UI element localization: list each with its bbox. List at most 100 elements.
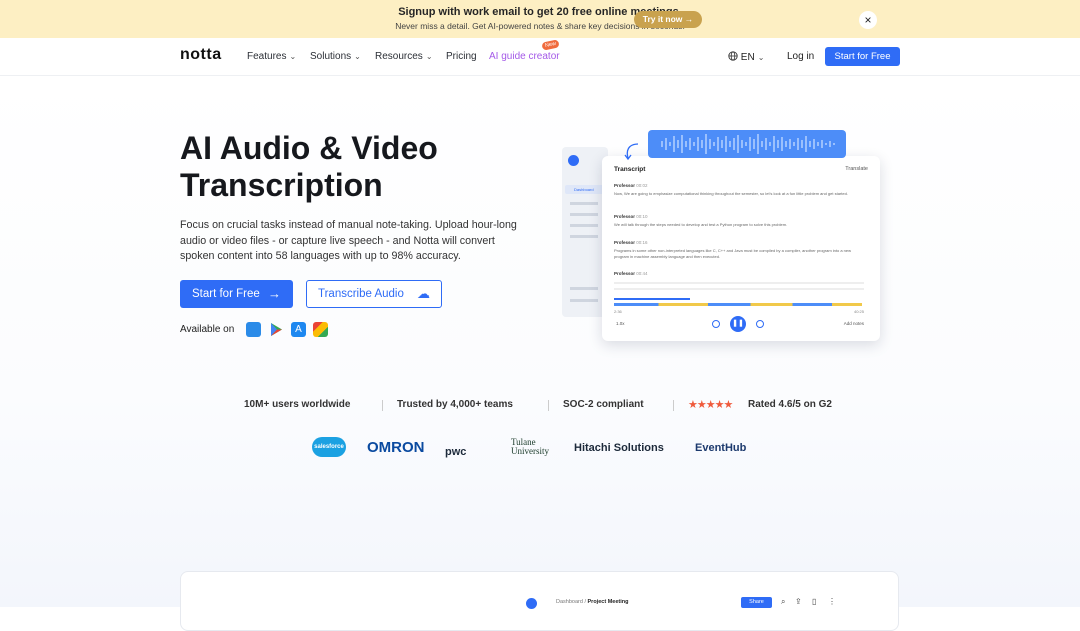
- mock-avatar: [568, 155, 579, 166]
- product-preview-card: Dashboard / Project Meeting Share ⌕ ⇪ ▯ …: [180, 571, 899, 631]
- chevron-down-icon: ⌄: [354, 52, 361, 61]
- hero-background: [0, 77, 1080, 607]
- transcript-line: Programs in some other non-interpreted l…: [614, 248, 852, 259]
- chevron-down-icon: ⌄: [289, 52, 297, 61]
- speaker-time: 00:44: [636, 271, 648, 276]
- promo-banner: Signup with work email to get 20 free on…: [0, 0, 1080, 38]
- omron-logo: OMRON: [367, 439, 425, 456]
- available-on-label: Available on: [180, 324, 235, 335]
- audio-waveform: [648, 130, 846, 158]
- translate-label: Translate: [845, 166, 868, 172]
- cloud-upload-icon: ☁: [417, 286, 430, 301]
- progress-indicator: [614, 298, 690, 300]
- hitachi-logo: Hitachi Solutions: [574, 442, 664, 454]
- chevron-down-icon: ⌄: [757, 53, 765, 62]
- upload-icon[interactable]: ⇪: [795, 597, 802, 606]
- speaker-name: Professor: [614, 240, 636, 245]
- speaker-time: 00:16: [636, 240, 648, 245]
- top-nav: notta Features ⌄ Solutions ⌄ Resources ⌄ Pr…: [0, 38, 1080, 76]
- login-link[interactable]: Log in: [787, 51, 814, 62]
- title-line-1: AI Audio & Video: [180, 130, 438, 166]
- more-icon[interactable]: ⋮: [828, 597, 836, 606]
- hero-description: Focus on crucial tasks instead of manual…: [180, 219, 517, 263]
- transcript-line: We will talk through the steps needed to…: [614, 222, 788, 227]
- speaker-label: Professor 00:44: [614, 271, 648, 276]
- stat-users: 10M+ users worldwide: [244, 399, 351, 410]
- delete-icon[interactable]: ▯: [812, 597, 816, 606]
- rewind-icon[interactable]: [712, 320, 720, 328]
- breadcrumb-current: Project Meeting: [587, 599, 629, 605]
- stat-rating: Rated 4.6/5 on G2: [748, 399, 832, 410]
- pause-icon[interactable]: ❚❚: [730, 316, 746, 332]
- speaker-label: Professor 00:02: [614, 183, 648, 188]
- search-icon[interactable]: ⌕: [781, 597, 785, 607]
- mock-sidebar-line: [570, 202, 598, 205]
- preview-avatar: [526, 598, 537, 609]
- tulane-logo: Tulane University: [511, 437, 549, 456]
- breadcrumb-root[interactable]: Dashboard: [556, 599, 583, 605]
- nav-ai-guide-creator[interactable]: AI guide creator: [489, 51, 560, 62]
- speaker-name: Professor: [614, 271, 636, 276]
- stat-teams: Trusted by 4,000+ teams: [397, 399, 513, 410]
- mock-sidebar-line: [570, 299, 598, 302]
- speaker-name: Professor: [614, 214, 636, 219]
- new-badge: New: [541, 39, 560, 51]
- mock-sidebar-line: [570, 235, 598, 238]
- speaker-name: Professor: [614, 183, 636, 188]
- pwc-logo: pwc: [445, 446, 467, 458]
- nav-features-label: Features: [247, 51, 287, 62]
- arrow-right-icon: →: [268, 286, 281, 301]
- breadcrumb: Dashboard / Project Meeting: [556, 599, 628, 605]
- app-store-icon[interactable]: A: [291, 322, 306, 337]
- language-selector[interactable]: EN ⌄: [728, 51, 764, 63]
- add-notes-button[interactable]: Add notes: [844, 321, 864, 326]
- nav-resources-label: Resources: [375, 51, 423, 62]
- chrome-extension-icon[interactable]: [313, 322, 328, 337]
- transcript-card: Transcript Translate Professor 00:02 Now…: [602, 156, 880, 341]
- breadcrumb-separator: /: [584, 599, 586, 605]
- desktop-app-icon[interactable]: [246, 322, 261, 337]
- promo-subtitle: Never miss a detail. Get AI-powered note…: [395, 21, 685, 31]
- forward-icon[interactable]: [756, 320, 764, 328]
- transcript-header: Transcript: [614, 166, 646, 173]
- nav-solutions-label: Solutions: [310, 51, 352, 62]
- language-label: EN: [740, 52, 755, 63]
- share-button[interactable]: Share: [741, 597, 772, 608]
- page-title: AI Audio & Video Transcription: [180, 130, 510, 204]
- transcribe-audio-label: Transcribe Audio: [318, 288, 404, 300]
- start-time: 2:36: [614, 309, 622, 314]
- placeholder-line: [614, 282, 864, 284]
- stat-soc2: SOC-2 compliant: [563, 399, 644, 410]
- mock-sidebar-line: [570, 213, 598, 216]
- speed-selector[interactable]: 1.0x: [616, 321, 625, 326]
- nav-features[interactable]: Features ⌄: [247, 51, 296, 62]
- nav-start-free-button[interactable]: Start for Free: [825, 47, 900, 66]
- end-time: 40:25: [853, 309, 864, 314]
- close-icon[interactable]: ×: [859, 11, 877, 29]
- salesforce-logo: salesforce: [312, 437, 346, 457]
- try-it-now-button[interactable]: Try it now →: [634, 11, 702, 28]
- stat-divider: [548, 400, 549, 411]
- eventhub-logo: EventHub: [695, 442, 747, 454]
- transcribe-audio-button[interactable]: Transcribe Audio ☁: [306, 280, 442, 308]
- title-line-2: Transcription: [180, 167, 383, 203]
- product-mockup: Dashboard Transcript Translate Professor…: [562, 130, 880, 343]
- nav-resources[interactable]: Resources ⌄: [375, 51, 433, 62]
- chevron-down-icon: ⌄: [425, 52, 433, 61]
- nav-solutions[interactable]: Solutions ⌄: [310, 51, 361, 62]
- placeholder-line: [614, 288, 864, 290]
- notta-logo[interactable]: notta: [180, 46, 222, 64]
- stat-divider: [382, 400, 383, 411]
- google-play-icon[interactable]: [269, 322, 284, 337]
- nav-pricing[interactable]: Pricing: [446, 51, 477, 62]
- audio-progress-bar[interactable]: [614, 303, 862, 306]
- stat-divider: [673, 400, 674, 411]
- speaker-label: Professor 00:16: [614, 240, 648, 245]
- mock-sidebar-dashboard: Dashboard: [565, 185, 605, 194]
- mock-sidebar-line: [570, 287, 598, 290]
- mock-sidebar-line: [570, 224, 598, 227]
- start-free-button[interactable]: Start for Free →: [180, 280, 293, 308]
- transcript-line: Now, We are going to emphasize computati…: [614, 191, 848, 196]
- speaker-label: Professor 00:10: [614, 214, 648, 219]
- curved-arrow-icon: [624, 143, 639, 161]
